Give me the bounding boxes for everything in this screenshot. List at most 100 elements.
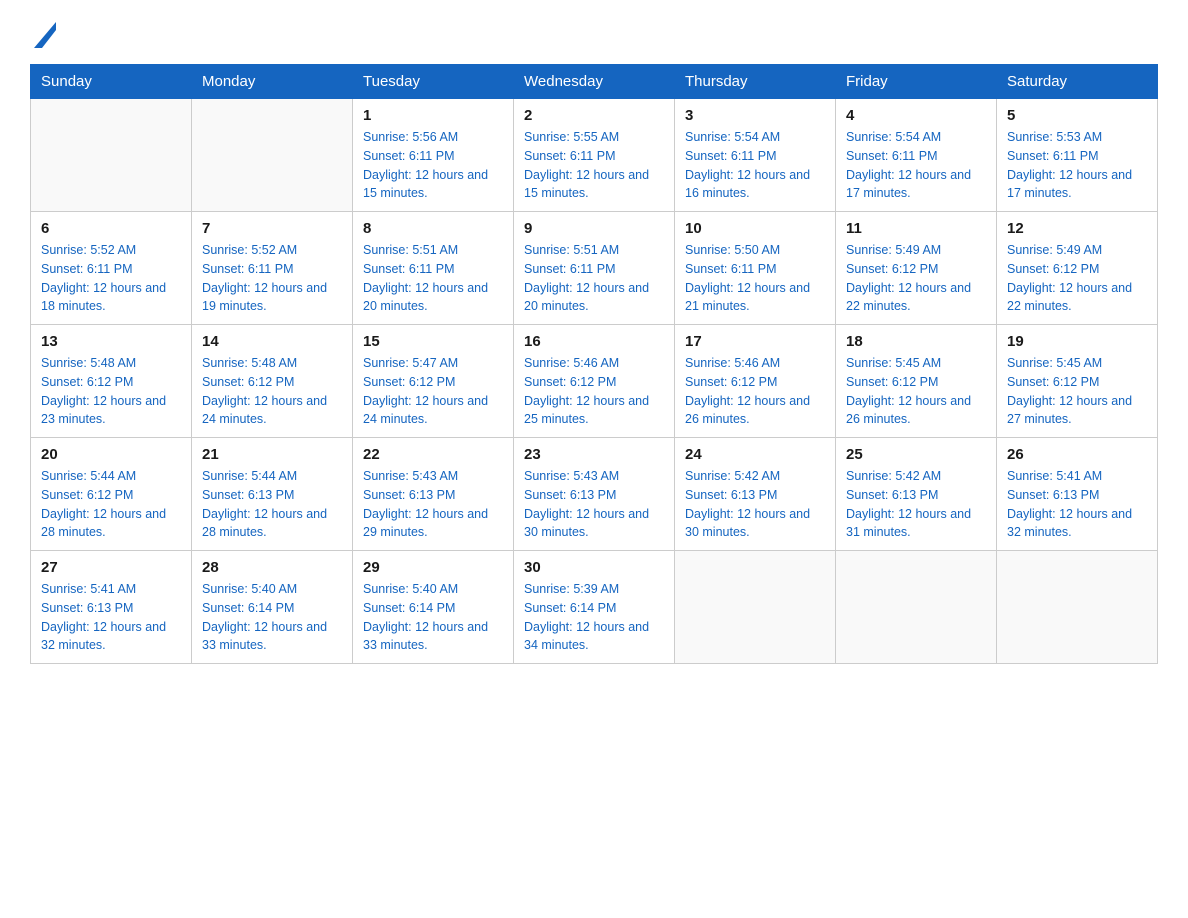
day-number: 4 [846,107,986,124]
day-number: 9 [524,220,664,237]
day-number: 11 [846,220,986,237]
day-info: Sunrise: 5:47 AMSunset: 6:12 PMDaylight:… [363,354,503,429]
day-cell: 12 Sunrise: 5:49 AMSunset: 6:12 PMDayligh… [997,212,1158,325]
day-info: Sunrise: 5:41 AMSunset: 6:13 PMDaylight:… [41,580,181,655]
day-number: 3 [685,107,825,124]
day-number: 23 [524,446,664,463]
day-cell [997,551,1158,664]
day-cell: 10 Sunrise: 5:50 AMSunset: 6:11 PMDayligh… [675,212,836,325]
day-info: Sunrise: 5:46 AMSunset: 6:12 PMDaylight:… [524,354,664,429]
day-info: Sunrise: 5:43 AMSunset: 6:13 PMDaylight:… [363,467,503,542]
day-cell: 27 Sunrise: 5:41 AMSunset: 6:13 PMDayligh… [31,551,192,664]
day-info: Sunrise: 5:45 AMSunset: 6:12 PMDaylight:… [1007,354,1147,429]
day-cell: 22 Sunrise: 5:43 AMSunset: 6:13 PMDayligh… [353,438,514,551]
day-info: Sunrise: 5:53 AMSunset: 6:11 PMDaylight:… [1007,128,1147,203]
day-cell: 3 Sunrise: 5:54 AMSunset: 6:11 PMDaylight… [675,99,836,212]
week-row: 13 Sunrise: 5:48 AMSunset: 6:12 PMDayligh… [31,325,1158,438]
header-row: SundayMondayTuesdayWednesdayThursdayFrid… [31,65,1158,99]
week-row: 20Sunrise: 5:44 AMSunset: 6:12 PMDayligh… [31,438,1158,551]
day-info: Sunrise: 5:41 AMSunset: 6:13 PMDaylight:… [1007,467,1147,542]
day-cell: 2Sunrise: 5:55 AMSunset: 6:11 PMDaylight… [514,99,675,212]
day-number: 6 [41,220,181,237]
day-info: Sunrise: 5:56 AMSunset: 6:11 PMDaylight:… [363,128,503,203]
header-cell-wednesday: Wednesday [514,65,675,99]
day-cell [836,551,997,664]
day-info: Sunrise: 5:49 AMSunset: 6:12 PMDaylight:… [846,241,986,316]
day-info: Sunrise: 5:54 AMSunset: 6:11 PMDaylight:… [685,128,825,203]
day-number: 13 [41,333,181,350]
day-number: 7 [202,220,342,237]
day-cell [31,99,192,212]
day-info: Sunrise: 5:46 AMSunset: 6:12 PMDaylight:… [685,354,825,429]
day-cell: 6 Sunrise: 5:52 AMSunset: 6:11 PMDaylight… [31,212,192,325]
day-info: Sunrise: 5:54 AMSunset: 6:11 PMDaylight:… [846,128,986,203]
day-info: Sunrise: 5:42 AMSunset: 6:13 PMDaylight:… [685,467,825,542]
logo-triangle-icon [34,22,56,48]
week-row: 6 Sunrise: 5:52 AMSunset: 6:11 PMDaylight… [31,212,1158,325]
day-number: 15 [363,333,503,350]
day-cell: 9 Sunrise: 5:51 AMSunset: 6:11 PMDaylight… [514,212,675,325]
day-cell: 18 Sunrise: 5:45 AMSunset: 6:12 PMDayligh… [836,325,997,438]
day-number: 18 [846,333,986,350]
header-cell-sunday: Sunday [31,65,192,99]
day-number: 2 [524,107,664,124]
day-cell: 19 Sunrise: 5:45 AMSunset: 6:12 PMDayligh… [997,325,1158,438]
day-cell [192,99,353,212]
day-info: Sunrise: 5:43 AMSunset: 6:13 PMDaylight:… [524,467,664,542]
day-info: Sunrise: 5:48 AMSunset: 6:12 PMDaylight:… [202,354,342,429]
day-info: Sunrise: 5:40 AMSunset: 6:14 PMDaylight:… [202,580,342,655]
day-cell: 1 Sunrise: 5:56 AMSunset: 6:11 PMDaylight… [353,99,514,212]
day-info: Sunrise: 5:51 AMSunset: 6:11 PMDaylight:… [524,241,664,316]
day-cell [675,551,836,664]
day-number: 26 [1007,446,1147,463]
day-number: 14 [202,333,342,350]
header-cell-monday: Monday [192,65,353,99]
day-cell: 7 Sunrise: 5:52 AMSunset: 6:11 PMDaylight… [192,212,353,325]
header-cell-tuesday: Tuesday [353,65,514,99]
day-number: 29 [363,559,503,576]
day-number: 10 [685,220,825,237]
day-info: Sunrise: 5:50 AMSunset: 6:11 PMDaylight:… [685,241,825,316]
day-number: 5 [1007,107,1147,124]
day-number: 21 [202,446,342,463]
day-number: 16 [524,333,664,350]
week-row: 27 Sunrise: 5:41 AMSunset: 6:13 PMDayligh… [31,551,1158,664]
day-info: Sunrise: 5:45 AMSunset: 6:12 PMDaylight:… [846,354,986,429]
day-number: 27 [41,559,181,576]
day-number: 1 [363,107,503,124]
day-info: Sunrise: 5:52 AMSunset: 6:11 PMDaylight:… [41,241,181,316]
day-cell: 17 Sunrise: 5:46 AMSunset: 6:12 PMDayligh… [675,325,836,438]
week-row: 1 Sunrise: 5:56 AMSunset: 6:11 PMDaylight… [31,99,1158,212]
logo [30,20,56,44]
calendar-body: 1 Sunrise: 5:56 AMSunset: 6:11 PMDaylight… [31,99,1158,664]
day-info: Sunrise: 5:42 AMSunset: 6:13 PMDaylight:… [846,467,986,542]
day-cell: 29Sunrise: 5:40 AMSunset: 6:14 PMDayligh… [353,551,514,664]
day-number: 19 [1007,333,1147,350]
day-cell: 21 Sunrise: 5:44 AMSunset: 6:13 PMDayligh… [192,438,353,551]
day-number: 28 [202,559,342,576]
day-cell: 23 Sunrise: 5:43 AMSunset: 6:13 PMDayligh… [514,438,675,551]
calendar-header: SundayMondayTuesdayWednesdayThursdayFrid… [31,65,1158,99]
day-info: Sunrise: 5:44 AMSunset: 6:13 PMDaylight:… [202,467,342,542]
header-cell-saturday: Saturday [997,65,1158,99]
page-header [30,20,1158,44]
logo-line1 [30,20,56,48]
day-cell: 5 Sunrise: 5:53 AMSunset: 6:11 PMDaylight… [997,99,1158,212]
day-number: 22 [363,446,503,463]
day-cell: 11 Sunrise: 5:49 AMSunset: 6:12 PMDayligh… [836,212,997,325]
day-cell: 30Sunrise: 5:39 AMSunset: 6:14 PMDayligh… [514,551,675,664]
calendar-table: SundayMondayTuesdayWednesdayThursdayFrid… [30,64,1158,664]
day-cell: 28 Sunrise: 5:40 AMSunset: 6:14 PMDayligh… [192,551,353,664]
day-cell: 4 Sunrise: 5:54 AMSunset: 6:11 PMDaylight… [836,99,997,212]
day-info: Sunrise: 5:52 AMSunset: 6:11 PMDaylight:… [202,241,342,316]
day-number: 8 [363,220,503,237]
day-cell: 24Sunrise: 5:42 AMSunset: 6:13 PMDayligh… [675,438,836,551]
day-number: 25 [846,446,986,463]
day-cell: 16 Sunrise: 5:46 AMSunset: 6:12 PMDayligh… [514,325,675,438]
day-cell: 13Sunrise: 5:48 AMSunset: 6:12 PMDayligh… [31,325,192,438]
day-info: Sunrise: 5:49 AMSunset: 6:12 PMDaylight:… [1007,241,1147,316]
day-number: 30 [524,559,664,576]
day-number: 12 [1007,220,1147,237]
day-cell: 26 Sunrise: 5:41 AMSunset: 6:13 PMDayligh… [997,438,1158,551]
day-number: 17 [685,333,825,350]
